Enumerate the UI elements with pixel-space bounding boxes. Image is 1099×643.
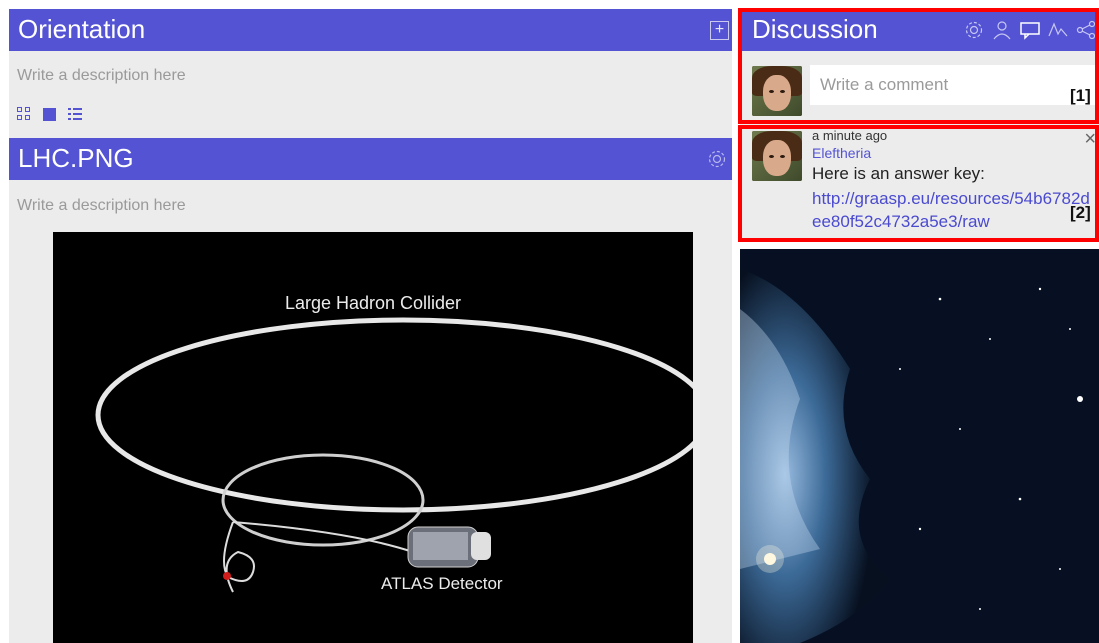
- single-view-icon[interactable]: [43, 107, 56, 121]
- image-label: ATLAS Detector: [381, 574, 503, 593]
- orientation-title: Orientation: [18, 14, 146, 44]
- workspace-panel: Orientation + Write a description here L…: [9, 9, 732, 643]
- space-background-image: [740, 249, 1099, 643]
- lhc-image: Large Hadron Collider ATLAS Detector: [53, 232, 693, 643]
- annotation-label-1: [1]: [1070, 86, 1091, 105]
- orientation-description[interactable]: Write a description here: [17, 67, 186, 85]
- grid-icon[interactable]: [17, 107, 31, 121]
- resource-description[interactable]: Write a description here: [17, 197, 186, 215]
- plus-square-icon[interactable]: +: [710, 21, 729, 40]
- gear-icon[interactable]: [706, 148, 728, 170]
- resource-title: LHC.PNG: [18, 143, 134, 173]
- image-title: Large Hadron Collider: [284, 293, 462, 313]
- list-icon[interactable]: [68, 107, 82, 121]
- view-mode-switcher: [17, 106, 82, 122]
- annotation-box-2: [738, 125, 1099, 242]
- annotation-box-1: [738, 8, 1099, 124]
- orientation-header: Orientation +: [9, 9, 732, 51]
- annotation-label-2: [2]: [1070, 203, 1091, 222]
- resource-header: LHC.PNG: [9, 138, 732, 180]
